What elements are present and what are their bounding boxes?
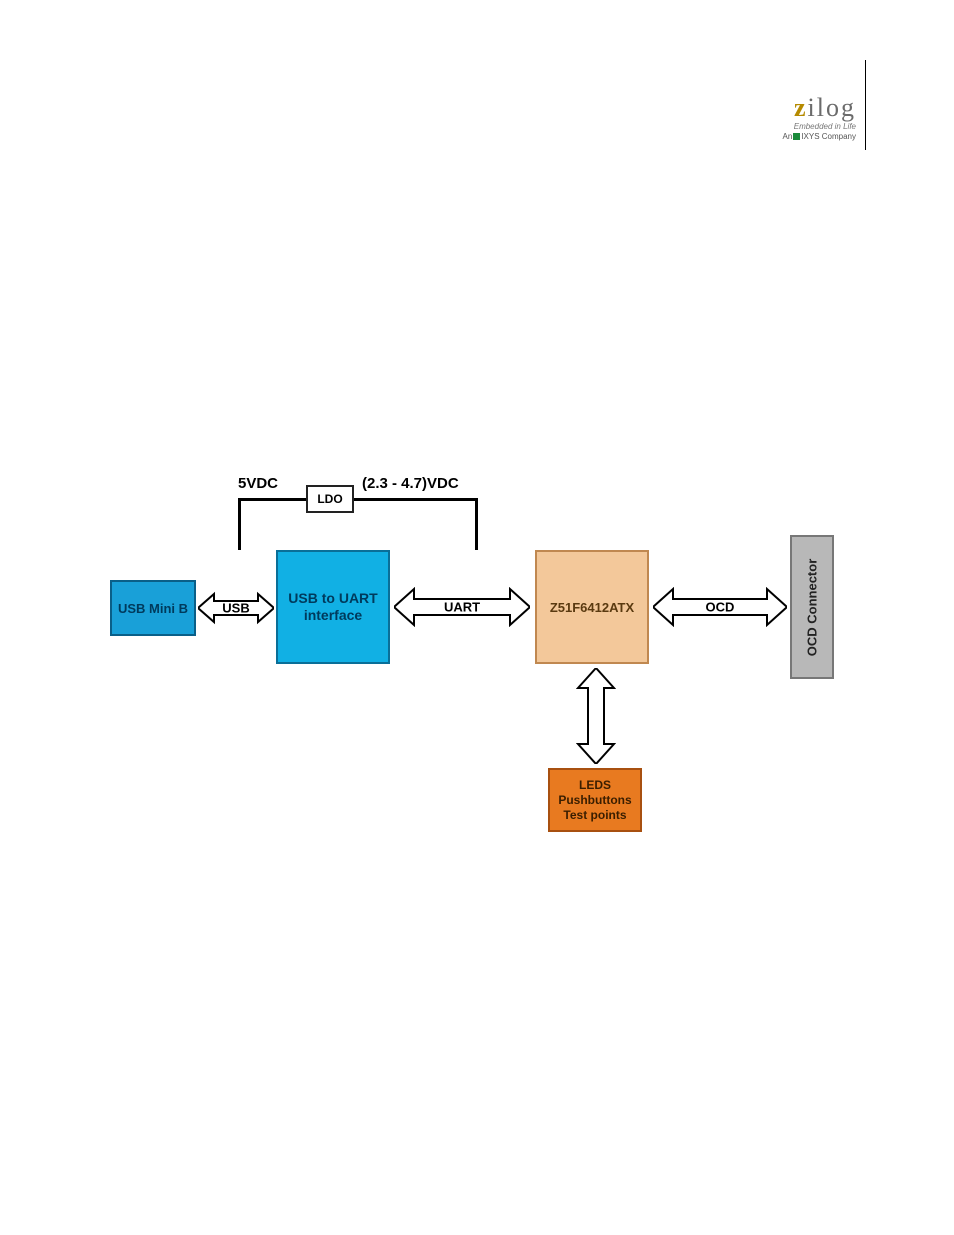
logo-company-prefix: An: [783, 132, 793, 141]
arrow-ocd: OCD: [653, 587, 787, 627]
block-usb-to-uart: USB to UART interface: [276, 550, 390, 664]
block-diagram: 5VDC (2.3 - 4.7)VDC LDO USB Mini B USB t…: [110, 485, 850, 865]
ocd-connector-label: OCD Connector: [805, 558, 820, 656]
power-line: [238, 498, 306, 501]
block-leds-pushbuttons: LEDS Pushbuttons Test points: [548, 768, 642, 832]
arrow-uart-label: UART: [394, 600, 530, 615]
usb-to-uart-label: USB to UART interface: [288, 590, 377, 624]
power-line: [475, 498, 478, 550]
power-line: [238, 498, 241, 550]
label-5vdc: 5VDC: [238, 475, 278, 492]
arrow-usb-label: USB: [198, 601, 274, 616]
leds-line3: Test points: [563, 808, 626, 822]
logo-company-name: IXYS: [801, 132, 819, 141]
arrow-mcu-leds: [576, 668, 616, 764]
logo-letter-z: z: [794, 93, 808, 122]
block-mcu: Z51F6412ATX: [535, 550, 649, 664]
usb-to-uart-line2: interface: [304, 607, 362, 623]
arrow-usb: USB: [198, 591, 274, 625]
mcu-label: Z51F6412ATX: [550, 600, 634, 615]
leds-line1: LEDS: [579, 778, 611, 792]
page: zilog Embedded in Life An IXYS Company 5V…: [0, 0, 954, 1235]
ixys-square-icon: [793, 133, 800, 140]
usb-mini-b-label: USB Mini B: [118, 601, 188, 616]
logo-company-suffix: Company: [820, 132, 856, 141]
header-rule: [865, 60, 866, 150]
logo-company-line: An IXYS Company: [783, 133, 857, 141]
logo-wordmark: zilog: [783, 95, 857, 121]
logo-tagline: Embedded in Life: [783, 123, 857, 131]
arrow-ocd-label: OCD: [653, 600, 787, 615]
leds-line2: Pushbuttons: [558, 793, 631, 807]
label-voltage-range: (2.3 - 4.7)VDC: [362, 475, 459, 492]
logo-letters-rest: ilog: [808, 93, 856, 122]
usb-to-uart-line1: USB to UART: [288, 590, 377, 606]
leds-label: LEDS Pushbuttons Test points: [558, 778, 631, 823]
ldo-label: LDO: [317, 492, 342, 506]
arrow-uart: UART: [394, 587, 530, 627]
block-usb-mini-b: USB Mini B: [110, 580, 196, 636]
block-ocd-connector: OCD Connector: [790, 535, 834, 679]
brand-logo: zilog Embedded in Life An IXYS Company: [783, 95, 857, 141]
power-line: [354, 498, 478, 501]
block-ldo: LDO: [306, 485, 354, 513]
